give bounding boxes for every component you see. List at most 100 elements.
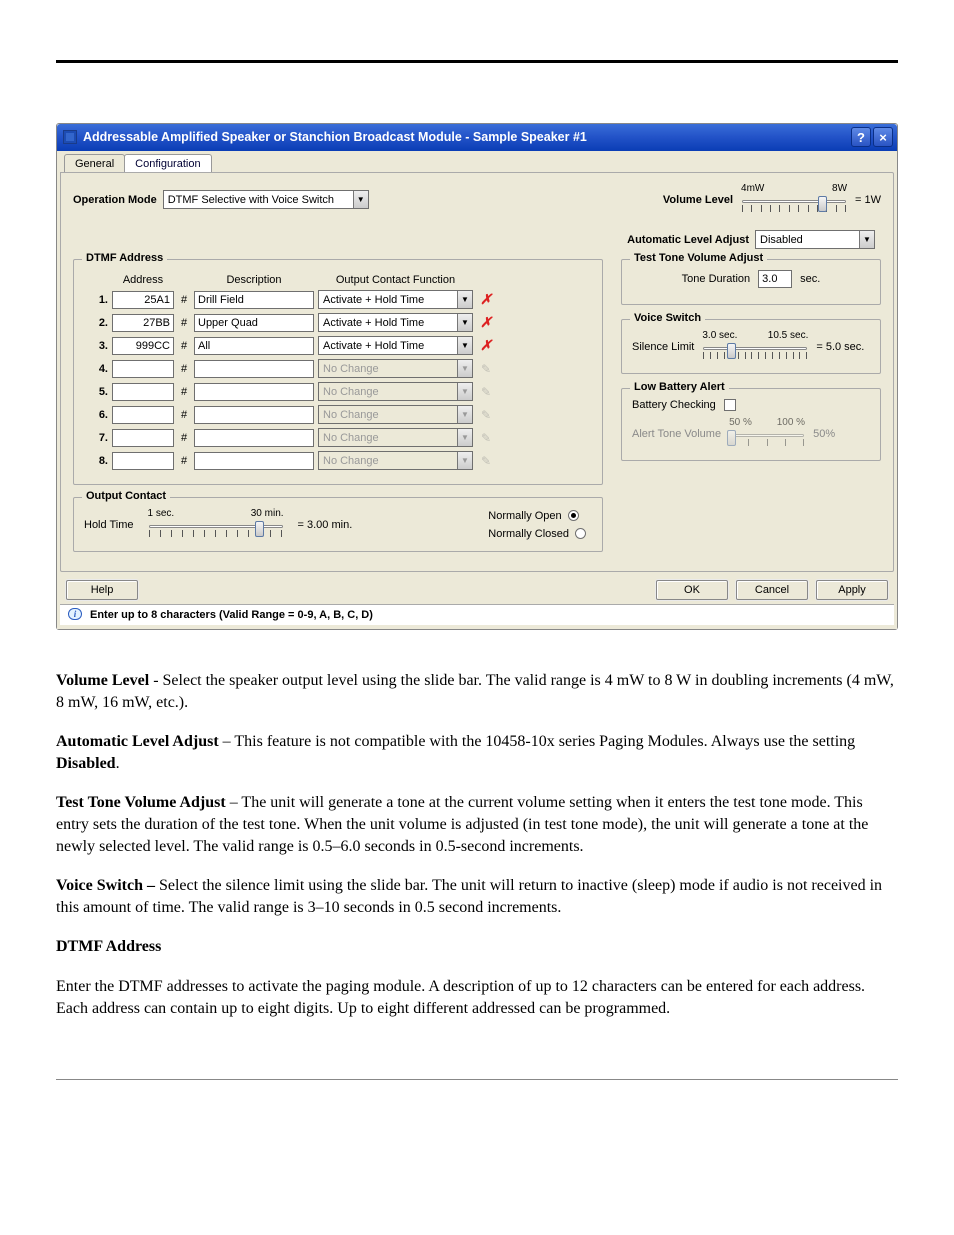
output-contact-group: Output Contact Hold Time 1 sec. 30 min. <box>73 497 603 552</box>
battery-checking-checkbox[interactable] <box>724 399 736 411</box>
chevron-down-icon: ▼ <box>457 360 472 377</box>
output-contact-title: Output Contact <box>82 490 170 502</box>
dtmf-output-value: No Change <box>323 386 379 398</box>
help-button[interactable]: Help <box>66 580 138 600</box>
chevron-down-icon: ▼ <box>457 383 472 400</box>
delete-row-icon[interactable]: ✗ <box>477 291 495 309</box>
dtmf-row-index: 8. <box>90 455 108 467</box>
operation-mode-label: Operation Mode <box>73 194 157 206</box>
dialog-window: Addressable Amplified Speaker or Stanchi… <box>56 123 898 630</box>
apply-button[interactable]: Apply <box>816 580 888 600</box>
dtmf-description-input[interactable] <box>194 452 314 470</box>
low-battery-title: Low Battery Alert <box>630 381 729 393</box>
ok-button[interactable]: OK <box>656 580 728 600</box>
volume-slider-min: 4mW <box>741 183 764 194</box>
hold-time-min: 1 sec. <box>148 508 175 519</box>
dtmf-description-input[interactable] <box>194 429 314 447</box>
dtmf-description-input[interactable] <box>194 406 314 424</box>
tone-duration-input[interactable] <box>758 270 792 288</box>
chevron-down-icon: ▼ <box>457 337 472 354</box>
automatic-level-adjust-select[interactable]: Disabled ▼ <box>755 230 875 249</box>
help-button-icon[interactable]: ? <box>851 127 871 147</box>
dtmf-output-select[interactable]: Activate + Hold Time▼ <box>318 290 473 309</box>
p1b: - Select the speaker output level using … <box>56 672 894 711</box>
hold-time-max: 30 min. <box>251 508 284 519</box>
dtmf-description-input[interactable] <box>194 360 314 378</box>
normally-open-option[interactable]: Normally Open <box>488 510 586 522</box>
col-address: Address <box>112 274 174 286</box>
b-dtmf: DTMF Address <box>56 938 161 955</box>
dtmf-output-select: No Change▼ <box>318 428 473 447</box>
b-disabled: Disabled <box>56 755 116 772</box>
dtmf-address-input[interactable] <box>112 337 174 355</box>
silence-limit-slider[interactable] <box>700 341 810 363</box>
tab-configuration[interactable]: Configuration <box>124 154 211 173</box>
hash-label: # <box>178 340 190 352</box>
dtmf-address-input[interactable] <box>112 429 174 447</box>
cancel-button[interactable]: Cancel <box>736 580 808 600</box>
normally-closed-option[interactable]: Normally Closed <box>488 528 586 540</box>
dtmf-address-input[interactable] <box>112 314 174 332</box>
dtmf-row: 1.#Activate + Hold Time▼✗ <box>84 290 592 309</box>
p6: Enter the DTMF addresses to activate the… <box>56 978 865 1017</box>
titlebar: Addressable Amplified Speaker or Stanchi… <box>57 124 897 151</box>
tab-general[interactable]: General <box>64 154 125 173</box>
info-icon: i <box>66 608 84 622</box>
dtmf-group-title: DTMF Address <box>82 252 167 264</box>
tab-panel: Operation Mode DTMF Selective with Voice… <box>60 172 894 572</box>
page-rule-top <box>56 60 898 63</box>
tabs: General Configuration <box>64 153 894 172</box>
dtmf-row-index: 2. <box>90 317 108 329</box>
dtmf-address-input[interactable] <box>112 291 174 309</box>
chevron-down-icon: ▼ <box>457 406 472 423</box>
b-ala: Automatic Level Adjust <box>56 733 219 750</box>
dtmf-description-input[interactable] <box>194 314 314 332</box>
col-output: Output Contact Function <box>318 274 473 286</box>
dtmf-row: 7.#No Change▼✎ <box>84 428 592 447</box>
delete-row-icon[interactable]: ✗ <box>477 314 495 332</box>
dtmf-address-input[interactable] <box>112 452 174 470</box>
hash-label: # <box>178 455 190 467</box>
dtmf-address-input[interactable] <box>112 383 174 401</box>
dtmf-description-input[interactable] <box>194 291 314 309</box>
dtmf-description-input[interactable] <box>194 337 314 355</box>
dtmf-row-index: 5. <box>90 386 108 398</box>
hold-time-slider[interactable] <box>146 519 286 541</box>
hash-label: # <box>178 386 190 398</box>
dtmf-output-select: No Change ▼ <box>318 382 473 401</box>
dtmf-row: 3. # Activate + Hold Time▼✗ <box>84 336 592 355</box>
delete-row-icon[interactable]: ✗ <box>477 337 495 355</box>
dtmf-row: 5.#No Change▼✎ <box>84 382 592 401</box>
alert-tone-max: 100 % <box>777 417 805 428</box>
dtmf-output-value: No Change <box>323 363 379 375</box>
edit-row-icon: ✎ <box>477 406 495 424</box>
dtmf-row-index: 4. <box>90 363 108 375</box>
dtmf-row-index: 3. <box>90 340 108 352</box>
volume-slider[interactable] <box>739 194 849 216</box>
operation-mode-select[interactable]: DTMF Selective with Voice Switch ▼ <box>163 190 369 209</box>
dtmf-output-select[interactable]: Activate + Hold Time▼ <box>318 313 473 332</box>
volume-slider-max: 8W <box>832 183 847 194</box>
dtmf-address-input[interactable] <box>112 360 174 378</box>
b-test-tone: Test Tone Volume Adjust <box>56 794 226 811</box>
edit-row-icon: ✎ <box>477 452 495 470</box>
alert-tone-min: 50 % <box>729 417 752 428</box>
dtmf-description-input[interactable] <box>194 383 314 401</box>
chevron-down-icon: ▼ <box>859 231 874 248</box>
chevron-down-icon: ▼ <box>457 452 472 469</box>
dtmf-output-select: No Change ▼ <box>318 359 473 378</box>
b-volume-level: Volume Level <box>56 672 149 689</box>
dtmf-row-index: 7. <box>90 432 108 444</box>
hash-label: # <box>178 409 190 421</box>
test-tone-group: Test Tone Volume Adjust Tone Duration se… <box>621 259 881 305</box>
dtmf-row: 8.#No Change▼✎ <box>84 451 592 470</box>
status-text: Enter up to 8 characters (Valid Range = … <box>90 609 373 621</box>
app-icon <box>63 130 77 144</box>
dtmf-headers: Address Description Output Contact Funct… <box>90 274 592 286</box>
dtmf-output-value: No Change <box>323 409 379 421</box>
dtmf-output-select[interactable]: Activate + Hold Time▼ <box>318 336 473 355</box>
alert-tone-slider <box>727 428 807 450</box>
close-button-icon[interactable]: × <box>873 127 893 147</box>
dtmf-address-input[interactable] <box>112 406 174 424</box>
normally-closed-label: Normally Closed <box>488 528 569 540</box>
